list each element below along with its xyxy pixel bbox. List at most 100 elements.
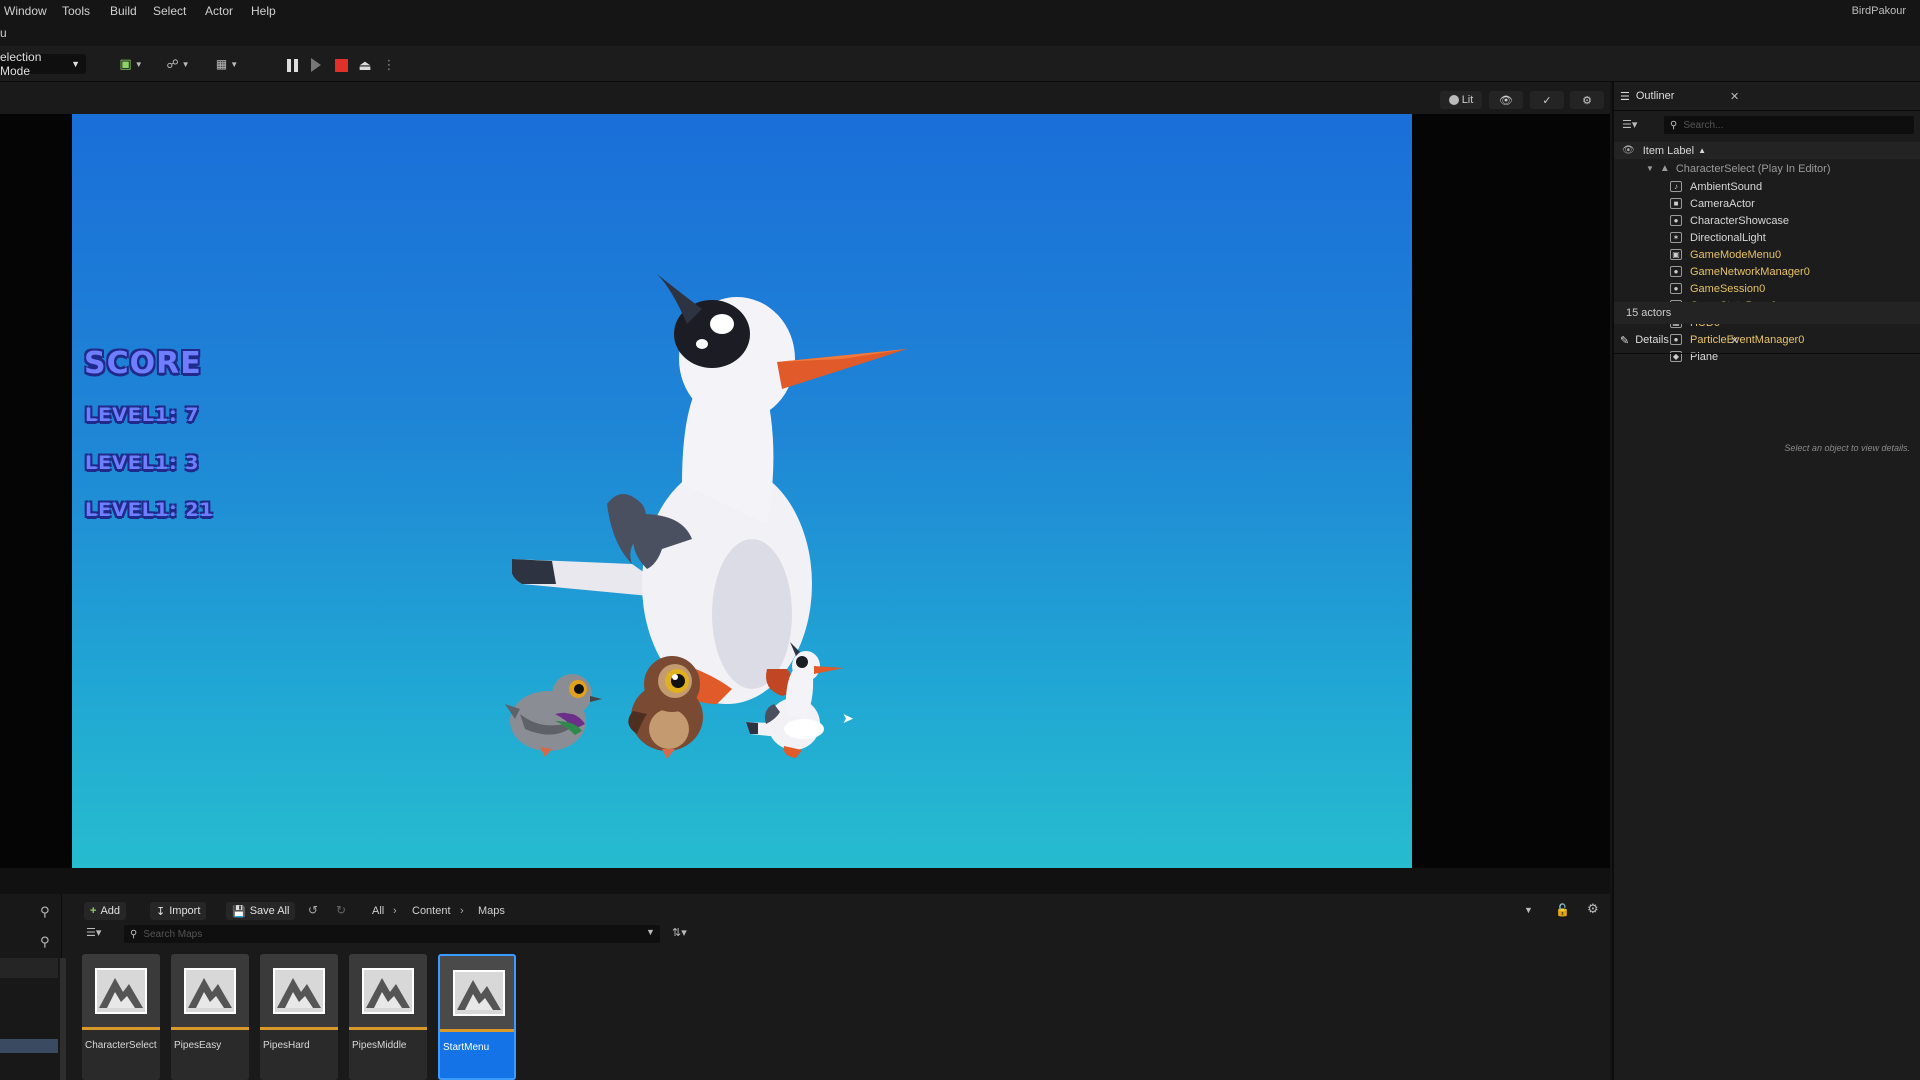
viewport-toolbar: Lit 👁 ✓ ⚙ <box>0 82 1610 114</box>
details-close-icon[interactable]: ✕ <box>1730 334 1739 347</box>
step-icon <box>311 58 321 72</box>
search-icon[interactable]: ⚲ <box>40 904 50 920</box>
map-search-placeholder: Search Maps <box>143 928 203 940</box>
history-forward-icon[interactable]: ↻ <box>336 903 346 917</box>
stop-icon <box>334 58 348 72</box>
lit-dropdown[interactable]: Lit <box>1440 91 1482 109</box>
cinematics-button[interactable]: ▦ ▼ <box>212 56 242 72</box>
asset-tile[interactable]: StartMenu <box>438 954 516 1080</box>
import-label: Import <box>169 905 201 917</box>
eject-button[interactable]: ⏏ <box>355 56 375 74</box>
outliner-item[interactable]: ♪ AmbientSound <box>1614 178 1920 195</box>
blueprint-button[interactable]: ☍ ▼ <box>163 56 193 72</box>
sidebar-folder-selected[interactable] <box>0 1039 58 1053</box>
outliner-item-label: GameSession0 <box>1690 282 1766 295</box>
sparrow-character <box>628 656 703 759</box>
actor-icon: ● <box>1670 215 1682 226</box>
seagull-character <box>746 642 844 758</box>
map-asset-icon <box>362 967 414 1014</box>
stop-button[interactable] <box>331 56 351 74</box>
pencil-icon: ✎ <box>1620 334 1630 347</box>
outliner-item[interactable]: ● GameSession0 <box>1614 280 1920 297</box>
asset-tile[interactable]: PipesHard <box>260 954 338 1080</box>
menu-actor[interactable]: Actor <box>205 4 233 18</box>
game-view[interactable]: SCORE LEVEL1: 7 LEVEL1: 3 LEVEL1: 21 ➤ <box>72 114 1412 868</box>
selection-mode-label: election Mode <box>0 50 42 78</box>
map-thumbnail <box>82 954 160 1030</box>
search-icon[interactable]: ⚲ <box>40 934 50 950</box>
search-icon: ⚲ <box>1670 119 1678 131</box>
outliner-item[interactable]: ● CharacterShowcase <box>1614 212 1920 229</box>
menu-help[interactable]: Help <box>251 4 276 18</box>
divider <box>1614 353 1920 354</box>
breadcrumb-maps[interactable]: Maps <box>478 905 505 917</box>
show-dropdown[interactable]: 👁 <box>1489 91 1523 109</box>
breadcrumb-separator-icon: › <box>460 905 464 917</box>
camera-icon: ■ <box>1670 198 1682 209</box>
filter-icon[interactable]: ☰▾ <box>86 926 101 939</box>
sort-up-icon: ▲ <box>1698 146 1706 155</box>
pause-button[interactable] <box>282 56 302 74</box>
add-actor-icon: ▣ <box>119 56 132 71</box>
sort-icon[interactable]: ⇅▾ <box>672 926 687 939</box>
outliner-tab[interactable]: ☰ Outliner <box>1620 84 1674 108</box>
breadcrumb-all[interactable]: All <box>372 905 384 917</box>
menu-tools[interactable]: Tools <box>62 4 90 18</box>
actor-icon: ● <box>1670 334 1682 345</box>
panel-splitter[interactable] <box>0 868 1610 894</box>
asset-tile[interactable]: CharacterSelect <box>82 954 160 1080</box>
sidebar-folder-row[interactable] <box>0 958 58 978</box>
lock-icon[interactable]: 🔓 <box>1555 903 1570 917</box>
breadcrumb-content[interactable]: Content <box>412 905 451 917</box>
import-button[interactable]: ↧ Import <box>150 902 207 920</box>
snapping-dropdown[interactable]: ✓ <box>1530 91 1564 109</box>
selection-mode-dropdown[interactable]: election Mode ▼ <box>0 50 86 78</box>
more-vertical-icon: ⋮ <box>382 57 396 72</box>
map-asset-icon <box>273 967 325 1014</box>
menu-window[interactable]: Window <box>4 4 47 18</box>
filter-icon[interactable]: ☰▾ <box>1622 118 1637 131</box>
chevron-down-icon: ▼ <box>181 59 190 69</box>
outliner-close-icon[interactable]: ✕ <box>1730 90 1739 103</box>
gear-icon[interactable]: ⚙ <box>1587 901 1599 917</box>
actor-icon: ● <box>1670 266 1682 277</box>
add-label: Add <box>100 905 121 917</box>
outliner-column-header[interactable]: 👁 Item Label ▲ <box>1614 142 1920 159</box>
add-button[interactable]: + Add <box>84 902 127 920</box>
outliner-root-row[interactable]: ▼ ▲ CharacterSelect (Play In Editor) <box>1614 160 1920 177</box>
history-back-icon[interactable]: ↺ <box>308 903 318 917</box>
outliner-search-input[interactable]: ⚲ Search... <box>1664 116 1914 134</box>
step-button[interactable] <box>306 56 326 74</box>
search-icon: ⚲ <box>130 928 138 940</box>
chevron-down-icon: ▼ <box>230 59 239 69</box>
outliner-item[interactable]: ✶ DirectionalLight <box>1614 229 1920 246</box>
level-tab[interactable]: u <box>0 26 7 40</box>
asset-name: PipesEasy <box>174 1040 222 1051</box>
pause-icon <box>286 58 298 72</box>
menu-select[interactable]: Select <box>153 4 186 18</box>
search-dropdown-icon[interactable]: ▼ <box>646 927 655 937</box>
outliner-item-label: CameraActor <box>1690 197 1755 210</box>
map-search-input[interactable]: ⚲ Search Maps <box>124 925 660 943</box>
blueprint-icon: ☍ <box>166 57 179 71</box>
lit-sphere-icon <box>1448 95 1459 105</box>
outliner-item[interactable]: ▣ GameModeMenu0 <box>1614 246 1920 263</box>
save-all-button[interactable]: 💾 Save All <box>226 902 296 920</box>
map-thumbnail <box>349 954 427 1030</box>
outliner-item[interactable]: ■ CameraActor <box>1614 195 1920 212</box>
expand-arrow-icon: ▼ <box>1646 164 1654 173</box>
add-actor-button[interactable]: ▣ ▼ <box>116 56 146 72</box>
visibility-eye-icon: 👁 <box>1622 145 1635 156</box>
viewport-settings-dropdown[interactable]: ⚙ <box>1570 91 1604 109</box>
path-dropdown-icon[interactable]: ▼ <box>1524 905 1533 915</box>
asset-tile[interactable]: PipesMiddle <box>349 954 427 1080</box>
play-options-button[interactable]: ⋮ <box>379 56 399 74</box>
details-tab[interactable]: ✎ Details <box>1620 328 1669 352</box>
asset-tile[interactable]: PipesEasy <box>171 954 249 1080</box>
menu-build[interactable]: Build <box>110 4 137 18</box>
lit-label: Lit <box>1461 94 1474 106</box>
outliner-item[interactable]: ● GameNetworkManager0 <box>1614 263 1920 280</box>
actor-icon: ● <box>1670 283 1682 294</box>
outliner-icon: ☰ <box>1620 90 1630 103</box>
scrollbar[interactable] <box>60 958 66 1080</box>
